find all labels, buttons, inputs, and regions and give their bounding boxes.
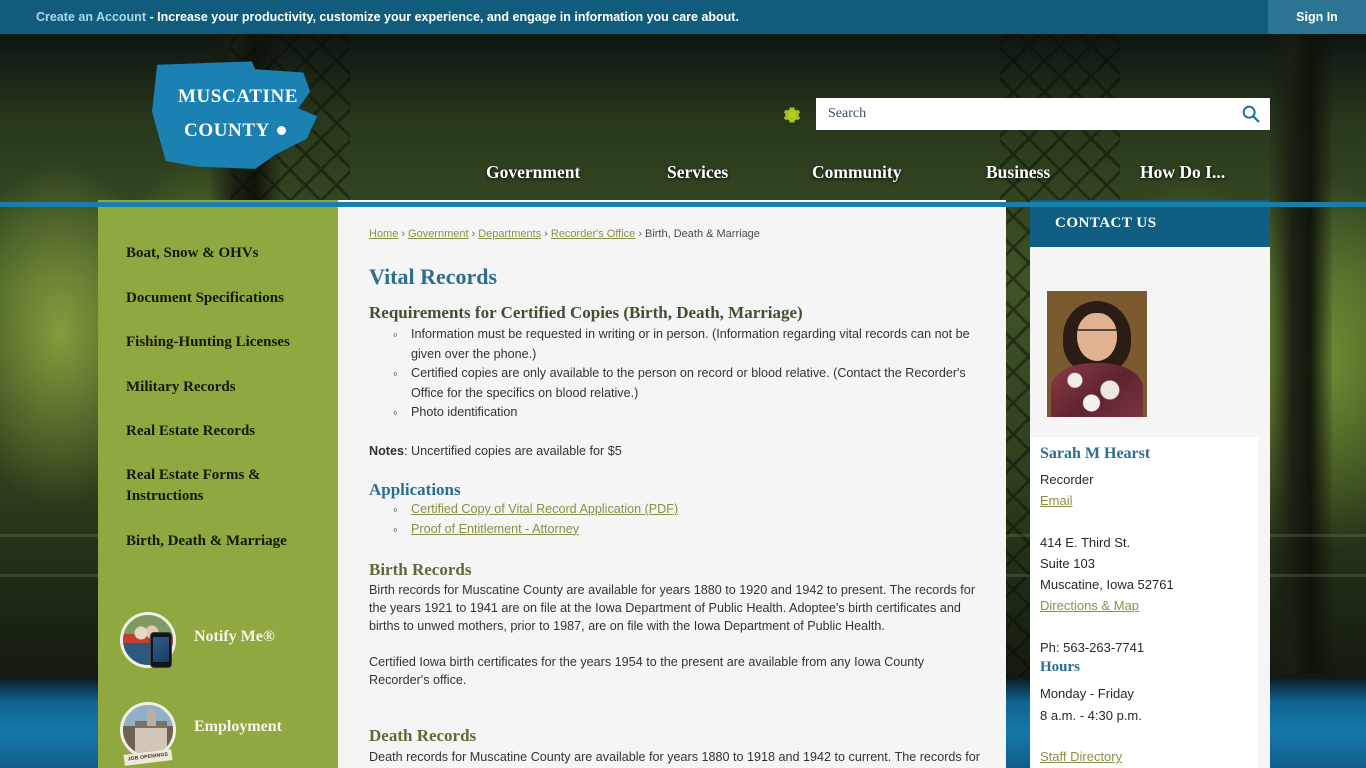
page-title: Vital Records xyxy=(369,264,498,289)
nav-accent-rule xyxy=(0,202,1366,207)
contact-title: Recorder xyxy=(1040,472,1094,487)
sidebar-item-real-estate-forms[interactable]: Real Estate Forms & Instructions xyxy=(126,465,326,507)
birth-records-heading: Birth Records xyxy=(369,560,472,579)
main-content: Home › Government › Departments › Recorder's O… xyxy=(338,200,1006,768)
notes-text: : Uncertified copies are available for $… xyxy=(404,444,622,458)
breadcrumb-sep-2: › xyxy=(471,228,476,240)
death-records-paragraph-1: Death records for Muscatine County are a… xyxy=(369,750,980,764)
nav-item-business[interactable]: Business xyxy=(986,152,1050,192)
requirement-item-3: Photo identification xyxy=(391,403,991,423)
smartphone-icon xyxy=(150,632,172,668)
sidebar-item-document-specifications[interactable]: Document Specifications xyxy=(126,288,326,309)
notes-line: Notes: Uncertified copies are available … xyxy=(369,442,987,460)
contact-hours-days: Monday - Friday xyxy=(1040,686,1134,701)
application-item-2: Proof of Entitlement - Attorney xyxy=(391,520,991,540)
requirement-item-1: Information must be requested in writing… xyxy=(391,325,991,364)
applications-heading: Applications xyxy=(369,480,461,499)
breadcrumb: Home › Government › Departments › Recorder's O… xyxy=(369,228,760,240)
contact-phone: Ph: 563-263-7741 xyxy=(1040,640,1145,655)
breadcrumb-sep-1: › xyxy=(401,228,406,240)
requirement-item-2: Certified copies are only available to t… xyxy=(391,364,991,403)
promo-notify-me-label: Notify Me® xyxy=(194,628,275,645)
utility-top-bar: Create an Account - Increase your produc… xyxy=(0,0,1366,34)
right-sidebar: CONTACT US Sarah M Hearst Recorder Email… xyxy=(1030,200,1270,768)
birth-records-paragraph-2: Certified Iowa birth certificates for th… xyxy=(369,655,925,688)
contact-hours-heading: Hours xyxy=(1040,659,1081,675)
promo-employment-label: Employment xyxy=(194,718,282,735)
application-link-proof-of-entitlement[interactable]: Proof of Entitlement - Attorney xyxy=(411,522,579,536)
birth-records-paragraph-1: Birth records for Muscatine County are a… xyxy=(369,583,976,634)
sidebar-item-boat-snow-ohvs[interactable]: Boat, Snow & OHVs xyxy=(126,243,326,264)
nav-item-community[interactable]: Community xyxy=(812,152,901,192)
site-masthead: MUSCATINE COUNTY Government Services Com… xyxy=(0,34,1366,207)
application-item-1: Certified Copy of Vital Record Applicati… xyxy=(391,500,991,520)
main-navigation: Government Services Community Business H… xyxy=(0,152,1366,207)
breadcrumb-departments[interactable]: Departments xyxy=(478,228,541,240)
breadcrumb-home[interactable]: Home xyxy=(369,228,398,240)
sidebar-item-military-records[interactable]: Military Records xyxy=(126,377,326,398)
staff-directory-link[interactable]: Staff Directory xyxy=(1040,746,1122,767)
contact-us-panel: Sarah M Hearst Recorder Email 414 E. Thi… xyxy=(1030,247,1270,768)
requirements-list: Information must be requested in writing… xyxy=(391,325,991,423)
account-promo-message: - Increase your productivity, customize … xyxy=(145,10,739,24)
breadcrumb-government[interactable]: Government xyxy=(408,228,469,240)
avatar xyxy=(1047,291,1147,417)
contact-address-line-1: 414 E. Third St. xyxy=(1040,535,1131,550)
notes-label: Notes xyxy=(369,444,404,458)
promo-notify-me[interactable]: Notify Me® xyxy=(120,612,320,674)
nav-item-how-do-i[interactable]: How Do I... xyxy=(1140,152,1225,192)
search-submit-button[interactable] xyxy=(1240,103,1262,125)
sidebar-item-fishing-hunting-licenses[interactable]: Fishing-Hunting Licenses xyxy=(126,332,326,353)
contact-name: Sarah M Hearst xyxy=(1040,445,1151,462)
promo-employment[interactable]: JOB OPENINGS Employment xyxy=(120,702,320,766)
logo-line-1: MUSCATINE xyxy=(177,86,299,107)
sidebar-item-real-estate-records[interactable]: Real Estate Records xyxy=(126,421,326,442)
breadcrumb-sep-4: › xyxy=(638,228,642,240)
left-sidebar: Boat, Snow & OHVs Document Specification… xyxy=(98,200,338,768)
create-account-link[interactable]: Create an Account xyxy=(36,10,146,24)
search-input[interactable] xyxy=(828,98,1238,130)
breadcrumb-sep-3: › xyxy=(544,228,548,240)
applications-list: Certified Copy of Vital Record Applicati… xyxy=(391,500,991,539)
contact-hours-time: 8 a.m. - 4:30 p.m. xyxy=(1040,708,1142,723)
search-box xyxy=(816,98,1270,130)
requirements-heading: Requirements for Certified Copies (Birth… xyxy=(369,303,803,322)
sidebar-item-birth-death-marriage[interactable]: Birth, Death & Marriage xyxy=(126,531,326,552)
breadcrumb-recorders-office[interactable]: Recorder's Office xyxy=(551,228,635,240)
contact-directions-link[interactable]: Directions & Map xyxy=(1040,595,1139,616)
account-promo-text: Create an Account - Increase your produc… xyxy=(36,0,739,34)
contact-email-link[interactable]: Email xyxy=(1040,490,1073,511)
nav-item-government[interactable]: Government xyxy=(486,152,580,192)
contact-us-header: CONTACT US xyxy=(1030,200,1270,247)
nav-item-services[interactable]: Services xyxy=(667,152,728,192)
death-records-heading: Death Records xyxy=(369,726,477,745)
contact-address-line-2: Suite 103 xyxy=(1040,556,1095,571)
contact-address-line-3: Muscatine, Iowa 52761 xyxy=(1040,577,1174,592)
gear-icon[interactable] xyxy=(782,105,802,125)
sign-in-button[interactable]: Sign In xyxy=(1268,0,1366,34)
breadcrumb-current: Birth, Death & Marriage xyxy=(644,228,760,240)
application-link-certified-copy[interactable]: Certified Copy of Vital Record Applicati… xyxy=(411,502,678,516)
logo-line-2: COUNTY xyxy=(184,120,270,141)
logo-location-dot-icon xyxy=(277,126,286,135)
